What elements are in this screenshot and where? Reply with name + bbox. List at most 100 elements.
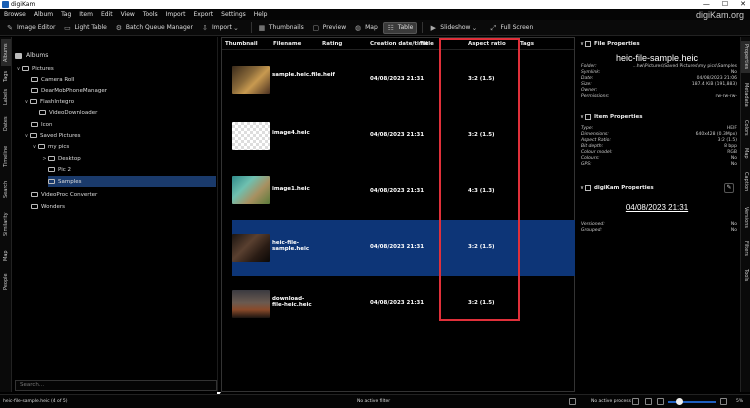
menu-browse[interactable]: Browse (4, 11, 26, 18)
map-button[interactable]: ◍ Map (351, 22, 381, 34)
item-properties-header[interactable]: ∨ Item Properties (579, 114, 642, 120)
table-row[interactable]: image4.heic 04/08/2023 21:31 3:2 (1.5) (232, 108, 575, 164)
status-filter[interactable]: No active filter (357, 399, 390, 404)
slideshow-button[interactable]: ▶ Slideshow ⌄ (426, 22, 484, 34)
menu-settings[interactable]: Settings (221, 11, 246, 18)
light-table-label: Light Table (74, 24, 107, 31)
prop-key: Symlink: (581, 70, 601, 75)
folder-icon (30, 133, 37, 138)
chevron-down-icon[interactable]: ∨ (31, 144, 38, 150)
light-table-button[interactable]: ▭ Light Table (60, 22, 109, 34)
tab-tools[interactable]: Tools (741, 265, 750, 285)
folder-icon (30, 99, 37, 104)
tab-search[interactable]: Search (1, 177, 11, 201)
column-title[interactable]: Title (420, 41, 434, 47)
tab-dates[interactable]: Dates (1, 109, 11, 139)
table-row-selected[interactable]: heic-file-sample.heic 04/08/2023 21:31 3… (232, 220, 575, 276)
batch-queue-button[interactable]: ⚙ Batch Queue Manager (112, 22, 196, 34)
zoom-in-icon[interactable] (720, 398, 727, 405)
tree-item-videodownloader[interactable]: VideoDownloader (39, 107, 216, 118)
prop-value: 3:2 (1.5) (717, 138, 737, 143)
thumbnails-button[interactable]: ▦ Thumbnails (255, 22, 307, 34)
close-button[interactable]: ✕ (740, 0, 746, 8)
tree-item-videoproc[interactable]: VideoProc Converter (31, 189, 216, 200)
maximize-button[interactable]: ☐ (722, 0, 728, 8)
tree-item-my-pics[interactable]: ∨ my pics (31, 141, 216, 152)
image-editor-button[interactable]: ✎ Image Editor (3, 22, 58, 34)
tree-item-saved-pictures[interactable]: ∨ Saved Pictures (23, 130, 213, 141)
table-button[interactable]: ☷ Table (382, 21, 418, 34)
tree-item-flashintegro[interactable]: ∨ FlashIntegro (23, 96, 213, 107)
chevron-right-icon[interactable]: > (41, 156, 48, 162)
album-search-input[interactable]: Search... (15, 380, 217, 391)
column-filename[interactable]: Filename (273, 41, 301, 47)
tab-colors[interactable]: Colors (741, 117, 750, 139)
tab-labels[interactable]: Labels (1, 87, 11, 107)
menu-album[interactable]: Album (34, 11, 53, 18)
tree-item-samples[interactable]: Samples (48, 176, 216, 187)
tab-tags[interactable]: Tags (1, 67, 11, 85)
menu-item[interactable]: Item (79, 11, 93, 18)
column-rating[interactable]: Rating (322, 41, 342, 47)
tab-people[interactable]: People (1, 269, 11, 295)
preview-button[interactable]: ▢ Preview (309, 22, 349, 34)
tab-filters[interactable]: Filters (741, 237, 750, 259)
tab-caption[interactable]: Caption (741, 169, 750, 195)
zoom-slider-handle[interactable] (676, 398, 683, 405)
tab-albums[interactable]: Albums (1, 39, 11, 66)
prop-key: Date: (581, 76, 594, 81)
tab-map[interactable]: Map (1, 247, 11, 265)
prop-value: RGB (727, 150, 737, 155)
file-properties-header[interactable]: ∨ File Properties (579, 41, 640, 47)
tree-item-label: Icon (41, 121, 53, 128)
tab-timeline[interactable]: Timeline (1, 141, 11, 171)
prop-row: Grouped: No (581, 228, 737, 234)
aspect-cell: 3:2 (1.5) (468, 244, 495, 250)
digikam-properties-header[interactable]: ∨ digiKam Properties (579, 185, 654, 191)
zoom-out-icon[interactable] (657, 398, 664, 405)
menu-help[interactable]: Help (254, 11, 268, 18)
creation-date-link[interactable]: 04/08/2023 21:31 (577, 203, 737, 212)
column-thumbnail[interactable]: Thumbnail (225, 41, 258, 47)
column-aspect-ratio[interactable]: Aspect ratio (468, 41, 506, 47)
import-button[interactable]: ⇩ Import ⌄ (198, 22, 246, 34)
chevron-down-icon[interactable]: ∨ (15, 66, 22, 72)
chevron-down-icon[interactable]: ∨ (23, 133, 30, 139)
tree-item-camera-roll[interactable]: Camera Roll (31, 74, 216, 85)
tree-item-dearmob[interactable]: DearMobPhoneManager (31, 85, 216, 96)
menu-export[interactable]: Export (194, 11, 214, 18)
edit-datetime-button[interactable]: ✎ (724, 183, 734, 193)
tab-properties[interactable]: Properties (741, 41, 750, 73)
menu-edit[interactable]: Edit (101, 11, 113, 18)
chevron-down-icon[interactable]: ∨ (23, 99, 30, 105)
zoom-100-icon[interactable] (645, 398, 652, 405)
tab-similarity[interactable]: Similarity (1, 207, 11, 241)
prop-key: Versioned: (581, 222, 605, 227)
column-tags[interactable]: Tags (520, 41, 534, 47)
menu-view[interactable]: View (121, 11, 135, 18)
tree-item-pictures[interactable]: ∨ Pictures (15, 63, 215, 74)
table-row[interactable]: download-file-heic.heic 04/08/2023 21:31… (232, 276, 575, 332)
main-toolbar: ✎ Image Editor ▭ Light Table ⚙ Batch Queue … (0, 20, 750, 36)
menu-tag[interactable]: Tag (61, 11, 71, 18)
tree-item-desktop[interactable]: > Desktop (41, 153, 216, 164)
filter-icon[interactable] (569, 398, 576, 405)
table-row[interactable]: image1.heic 04/08/2023 21:31 4:3 (1.3) (232, 164, 575, 220)
table-row[interactable]: sample.heic.file.heif 04/08/2023 21:31 3… (232, 52, 575, 108)
menu-import[interactable]: Import (166, 11, 186, 18)
full-screen-button[interactable]: ⤢ Full Screen (486, 22, 536, 34)
tab-metadata[interactable]: Metadata (741, 81, 750, 109)
thumbnail-image (232, 234, 270, 262)
prop-key: Folder: (581, 64, 597, 69)
import-label: Import (211, 24, 232, 31)
menu-tools[interactable]: Tools (143, 11, 158, 18)
zoom-fit-icon[interactable] (632, 398, 639, 405)
tree-item-wonders[interactable]: Wonders (31, 201, 216, 212)
minimize-button[interactable]: — (703, 0, 710, 8)
tree-item-pic-2[interactable]: Pic 2 (48, 164, 216, 175)
tab-versions[interactable]: Versions (741, 203, 750, 231)
tree-item-icon[interactable]: Icon (31, 119, 216, 130)
tab-right-map[interactable]: Map (741, 145, 750, 161)
prop-key: Aspect Ratio: (581, 138, 611, 143)
tree-item-label: Pictures (32, 65, 54, 72)
